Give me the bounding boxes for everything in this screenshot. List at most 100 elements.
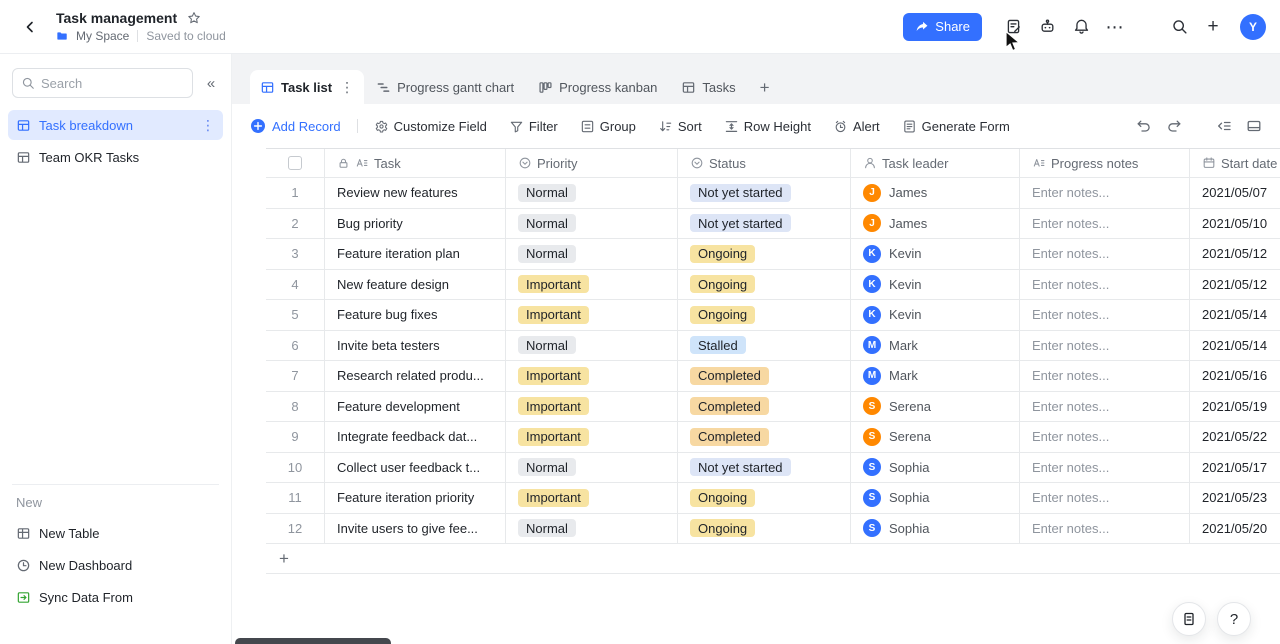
notes-cell[interactable]: Enter notes... [1020, 331, 1190, 361]
create-new-button[interactable]: + [1200, 14, 1226, 40]
priority-cell[interactable]: Important [506, 422, 678, 452]
sort-button[interactable]: Sort [658, 119, 702, 134]
priority-cell[interactable]: Important [506, 361, 678, 391]
priority-cell[interactable]: Normal [506, 209, 678, 239]
favorite-button[interactable] [187, 11, 201, 25]
sidebar-item-team-okr-tasks[interactable]: Team OKR Tasks [8, 142, 223, 172]
status-cell[interactable]: Ongoing [678, 270, 851, 300]
bug-report-button[interactable] [1034, 14, 1060, 40]
sidebar-item-task-breakdown[interactable]: Task breakdown ⋮ [8, 110, 223, 140]
new-table-button[interactable]: New Table [8, 518, 223, 548]
row-number-cell[interactable]: 6 [266, 331, 325, 361]
status-cell[interactable]: Completed [678, 392, 851, 422]
row-number-cell[interactable]: 3 [266, 239, 325, 269]
date-cell[interactable]: 2021/05/23 [1190, 483, 1280, 513]
tab-task-list[interactable]: Task list ⋮ [250, 70, 364, 104]
date-cell[interactable]: 2021/05/12 [1190, 270, 1280, 300]
share-button[interactable]: Share [903, 13, 982, 41]
priority-cell[interactable]: Important [506, 392, 678, 422]
priority-cell[interactable]: Important [506, 300, 678, 330]
row-number-cell[interactable]: 1 [266, 178, 325, 208]
priority-cell[interactable]: Normal [506, 178, 678, 208]
notes-cell[interactable]: Enter notes... [1020, 453, 1190, 483]
row-height-button[interactable]: Row Height [724, 119, 811, 134]
status-cell[interactable]: Ongoing [678, 239, 851, 269]
tab-progress-kanban[interactable]: Progress kanban [526, 70, 669, 104]
notes-cell[interactable]: Enter notes... [1020, 392, 1190, 422]
leader-cell[interactable]: M Mark [851, 331, 1020, 361]
column-header-priority[interactable]: Priority [506, 149, 678, 177]
row-number-cell[interactable]: 2 [266, 209, 325, 239]
leader-cell[interactable]: S Sophia [851, 453, 1020, 483]
status-cell[interactable]: Completed [678, 361, 851, 391]
task-cell[interactable]: Research related produ... [325, 361, 506, 391]
notifications-button[interactable] [1068, 14, 1094, 40]
back-button[interactable] [18, 15, 42, 39]
help-fab[interactable]: ? [1217, 602, 1251, 636]
notes-cell[interactable]: Enter notes... [1020, 300, 1190, 330]
task-cell[interactable]: New feature design [325, 270, 506, 300]
tab-tasks[interactable]: Tasks [669, 70, 747, 104]
row-number-cell[interactable]: 4 [266, 270, 325, 300]
leader-cell[interactable]: K Kevin [851, 239, 1020, 269]
task-cell[interactable]: Feature development [325, 392, 506, 422]
priority-cell[interactable]: Important [506, 483, 678, 513]
add-view-button[interactable]: + [748, 70, 782, 104]
date-cell[interactable]: 2021/05/20 [1190, 514, 1280, 544]
filter-button[interactable]: Filter [509, 119, 558, 134]
leader-cell[interactable]: K Kevin [851, 270, 1020, 300]
leader-cell[interactable]: S Sophia [851, 483, 1020, 513]
customize-field-button[interactable]: Customize Field [374, 119, 487, 134]
date-cell[interactable]: 2021/05/12 [1190, 239, 1280, 269]
priority-cell[interactable]: Normal [506, 514, 678, 544]
row-number-cell[interactable]: 11 [266, 483, 325, 513]
task-cell[interactable]: Feature iteration priority [325, 483, 506, 513]
add-record-button[interactable]: Add Record [250, 118, 341, 134]
leader-cell[interactable]: K Kevin [851, 300, 1020, 330]
column-header-task-leader[interactable]: Task leader [851, 149, 1020, 177]
leader-cell[interactable]: S Sophia [851, 514, 1020, 544]
row-number-cell[interactable]: 12 [266, 514, 325, 544]
status-cell[interactable]: Completed [678, 422, 851, 452]
date-cell[interactable]: 2021/05/17 [1190, 453, 1280, 483]
row-number-cell[interactable]: 10 [266, 453, 325, 483]
date-cell[interactable]: 2021/05/14 [1190, 300, 1280, 330]
column-header-task[interactable]: Task [325, 149, 506, 177]
notes-cell[interactable]: Enter notes... [1020, 361, 1190, 391]
redo-button[interactable] [1162, 114, 1186, 138]
date-cell[interactable]: 2021/05/16 [1190, 361, 1280, 391]
item-more-button[interactable]: ⋮ [201, 118, 215, 132]
date-cell[interactable]: 2021/05/10 [1190, 209, 1280, 239]
date-cell[interactable]: 2021/05/19 [1190, 392, 1280, 422]
column-header-start-date[interactable]: Start date [1190, 149, 1280, 177]
search-input[interactable] [41, 76, 184, 91]
status-cell[interactable]: Not yet started [678, 209, 851, 239]
status-cell[interactable]: Stalled [678, 331, 851, 361]
group-button[interactable]: Group [580, 119, 636, 134]
row-number-cell[interactable]: 9 [266, 422, 325, 452]
add-row-button[interactable]: + [266, 544, 1280, 574]
collapse-sidebar-button[interactable]: « [201, 76, 221, 91]
column-header-status[interactable]: Status [678, 149, 851, 177]
more-menu-button[interactable]: ⋯ [1102, 14, 1128, 40]
column-header-progress-notes[interactable]: Progress notes [1020, 149, 1190, 177]
status-cell[interactable]: Not yet started [678, 453, 851, 483]
horizontal-scrollbar-thumb[interactable] [235, 638, 391, 644]
notes-cell[interactable]: Enter notes... [1020, 178, 1190, 208]
status-cell[interactable]: Not yet started [678, 178, 851, 208]
collapse-fields-button[interactable] [1212, 114, 1236, 138]
task-cell[interactable]: Invite users to give fee... [325, 514, 506, 544]
task-cell[interactable]: Integrate feedback dat... [325, 422, 506, 452]
date-cell[interactable]: 2021/05/22 [1190, 422, 1280, 452]
notes-cell[interactable]: Enter notes... [1020, 422, 1190, 452]
priority-cell[interactable]: Normal [506, 331, 678, 361]
record-detail-fab[interactable] [1172, 602, 1206, 636]
notes-cell[interactable]: Enter notes... [1020, 209, 1190, 239]
leader-cell[interactable]: S Serena [851, 392, 1020, 422]
row-number-cell[interactable]: 8 [266, 392, 325, 422]
alert-button[interactable]: Alert [833, 119, 880, 134]
workspace-name[interactable]: My Space [76, 29, 129, 43]
leader-cell[interactable]: J James [851, 209, 1020, 239]
user-avatar[interactable]: Y [1240, 14, 1266, 40]
leader-cell[interactable]: M Mark [851, 361, 1020, 391]
